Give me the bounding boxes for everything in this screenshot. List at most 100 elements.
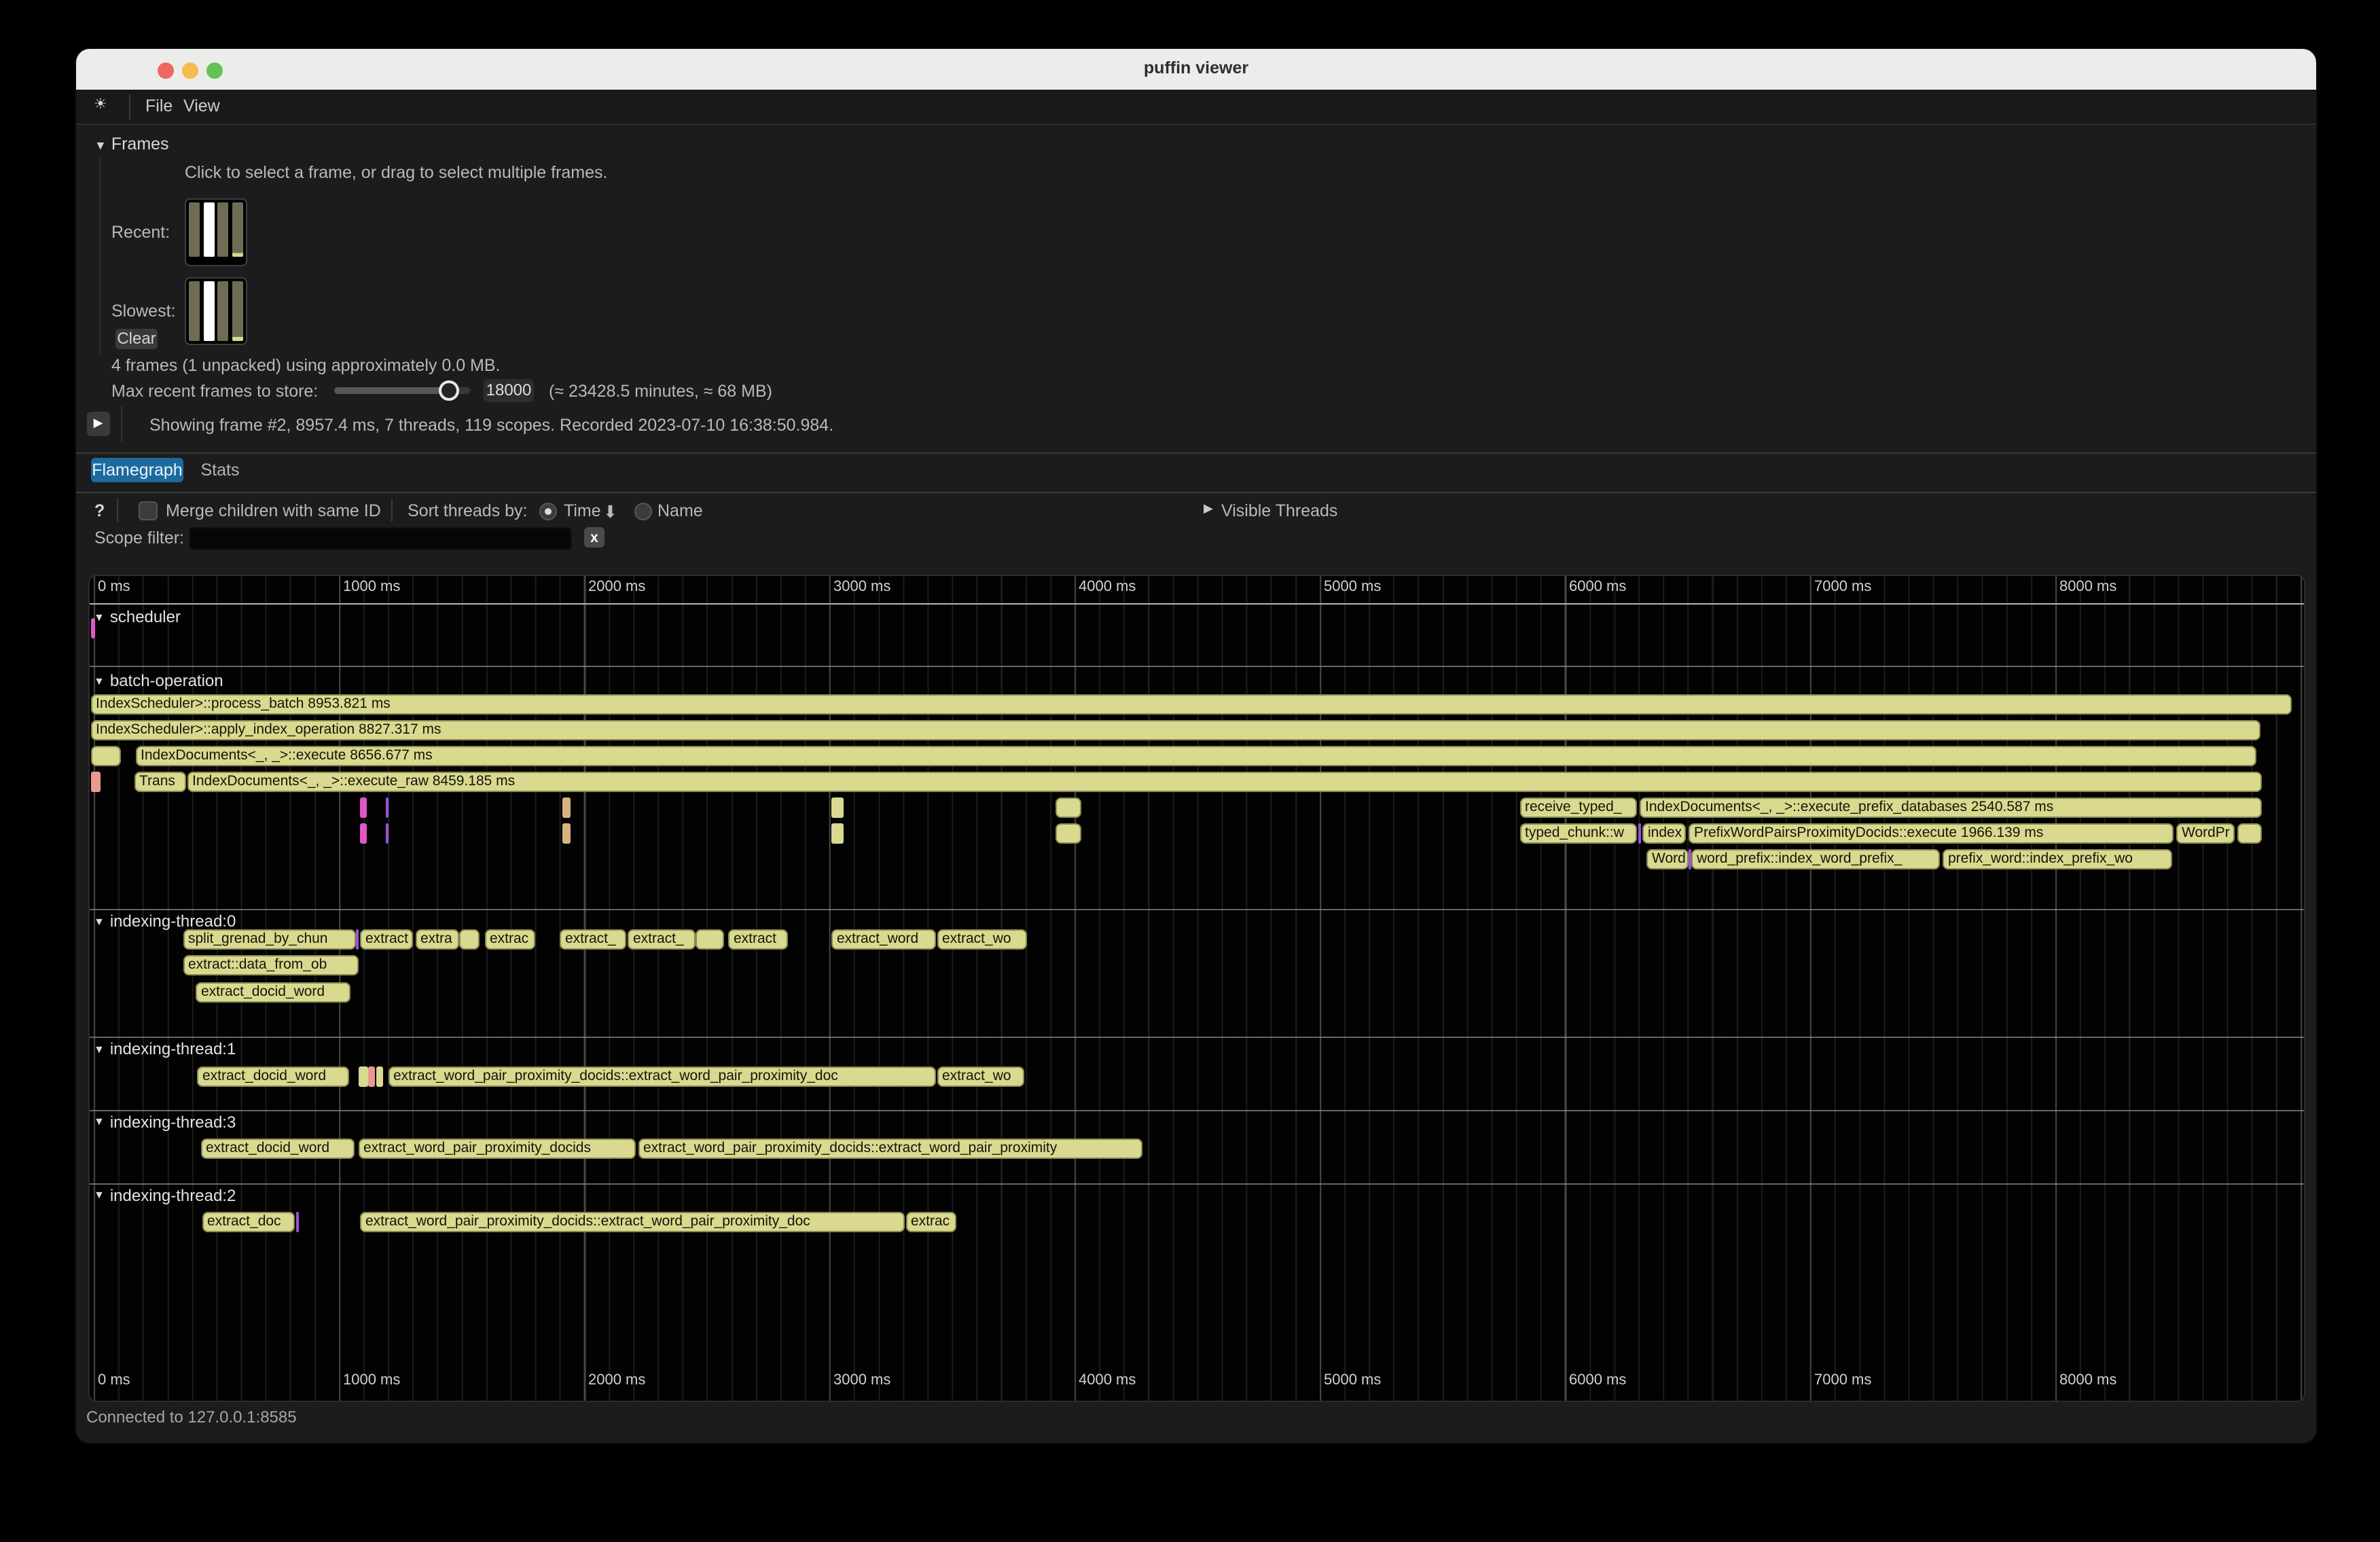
menu-file[interactable]: File [145,96,173,115]
flame-bar[interactable]: extrac [484,929,535,949]
scope-filter-label: Scope filter: [94,528,184,547]
flame-bar-small[interactable] [360,823,367,844]
flame-bar[interactable]: Trans [134,772,186,792]
time-tick-label: 4000 ms [1079,579,1136,595]
flame-bar[interactable]: IndexScheduler>::apply_index_operation 8… [90,720,2260,740]
flame-bar-small[interactable] [1056,823,1081,844]
slowest-frames-thumbnail[interactable] [185,277,247,345]
flame-bar-small[interactable] [376,1066,383,1086]
time-tick-label: 8000 ms [2059,579,2116,595]
flame-bar-small[interactable] [1689,849,1691,869]
thread-header-indexing-thread:2[interactable]: ▼indexing-thread:2 [94,1185,236,1204]
flame-bar[interactable]: receive_typed_ [1519,797,1637,818]
help-button[interactable]: ? [94,501,105,520]
flame-bar-small[interactable] [356,929,358,949]
sort-direction-arrow-icon[interactable]: ⬇ [603,501,617,522]
thread-header-indexing-thread:1[interactable]: ▼ indexing-thread:1 [94,1039,236,1058]
thread-header-batch-operation[interactable]: ▼batch-operation [94,671,223,690]
flame-bar[interactable]: extract [728,929,787,949]
merge-children-label[interactable]: Merge children with same ID [166,501,381,520]
thread-header-indexing-thread:3[interactable]: ▼indexing-thread:3 [94,1112,236,1131]
flame-bar-small[interactable] [385,797,389,818]
time-tick-label: 1000 ms [343,1372,400,1388]
flame-bar[interactable]: extrac [905,1211,956,1232]
max-frames-value[interactable]: 18000 [484,379,534,401]
flame-bar[interactable]: prefix_word::index_prefix_wo [1943,849,2171,869]
max-frames-slider-knob[interactable] [438,380,458,401]
recent-label: Recent: [111,223,170,242]
flame-bar[interactable]: IndexDocuments<_, _>::execute_prefix_dat… [1640,797,2261,818]
merge-children-checkbox[interactable] [139,501,158,520]
flame-bar[interactable]: extract_word_pair_proximity_docids [358,1138,635,1159]
flame-bar-small[interactable] [831,823,843,844]
flame-bar[interactable]: PrefixWordPairsProximityDocids::execute … [1689,823,2174,844]
flame-bar[interactable]: extract_doc [202,1211,295,1232]
visible-threads-header[interactable]: Visible Threads [1221,501,1337,520]
flame-bar[interactable]: extract_word_pair_proximity_docids::extr… [388,1066,935,1086]
flame-bar[interactable]: extract::data_from_ob [183,955,358,975]
flame-bar-small[interactable] [562,823,571,844]
sort-time-label[interactable]: Time [564,501,601,520]
flame-bar-small[interactable] [831,797,843,818]
flame-bar[interactable]: extract_docid_word [200,1138,355,1159]
flame-bar-small[interactable] [91,772,100,792]
flame-bar-small[interactable] [90,746,120,766]
flame-bar[interactable]: word_prefix::index_word_prefix_ [1691,849,1940,869]
flame-bar[interactable]: extract [360,929,413,949]
time-tick-label: 6000 ms [1569,579,1626,595]
thread-label: indexing-thread:1 [110,1039,236,1058]
sort-time-radio[interactable] [539,502,557,520]
thread-header-indexing-thread:0[interactable]: ▼indexing-thread:0 [94,912,236,931]
flame-bar[interactable]: IndexDocuments<_, _>::execute_raw 8459.1… [187,772,2261,792]
flame-bar-small[interactable] [368,1066,375,1086]
recent-frames-thumbnail[interactable] [185,198,247,266]
flame-bar-small[interactable] [358,1066,367,1086]
sort-name-label[interactable]: Name [657,501,703,520]
flame-bar[interactable]: extract_ [560,929,626,949]
flame-bar[interactable]: WordPr [2176,823,2235,844]
frames-section-header[interactable]: ▼ Frames [94,135,169,154]
flame-bar-small[interactable] [1638,823,1640,844]
scope-filter-input[interactable] [189,527,572,550]
tab-flamegraph[interactable]: Flamegraph [91,458,183,482]
flame-bar[interactable]: index [1642,823,1685,844]
play-button[interactable]: ▶ [86,412,110,435]
flame-bar[interactable]: typed_chunk::w [1519,823,1637,844]
flame-bar-small[interactable] [295,1211,299,1232]
flame-bar[interactable]: extract_wo [937,1066,1024,1086]
flame-bar-small[interactable] [562,797,571,818]
collapse-arrow-icon: ▼ [94,1043,105,1055]
flame-bar[interactable]: extract_docid_word [196,982,350,1002]
flame-bar-small[interactable] [91,618,94,639]
tab-stats[interactable]: Stats [193,458,247,482]
flame-bar[interactable]: split_grenad_by_chun [183,929,355,949]
flame-bar[interactable]: IndexScheduler>::process_batch 8953.821 … [90,694,2292,715]
flame-bar[interactable]: extract_docid_word [197,1066,348,1086]
frame-bar [189,202,200,257]
flame-bar[interactable]: extract_wo [937,929,1027,949]
flame-bar[interactable]: extract_word_pair_proximity_docids::extr… [360,1211,904,1232]
flame-bar[interactable]: IndexDocuments<_, _>::execute 8656.677 m… [135,746,2256,766]
flamegraph-panel[interactable]: 0 ms0 ms1000 ms1000 ms2000 ms2000 ms3000… [88,575,2305,1402]
menu-view[interactable]: View [183,96,220,115]
clear-button[interactable]: Clear [115,329,158,348]
flame-bar[interactable]: extra [415,929,458,949]
separator [76,452,2316,453]
flame-bar-small[interactable] [459,929,479,949]
app-window: puffin viewer ☀ File View ▼ Frames Click… [76,49,2316,1443]
flame-bar-small[interactable] [385,823,389,844]
flame-bar[interactable]: extract_word_pair_proximity_docids::extr… [638,1138,1142,1159]
flame-bar-small[interactable] [2237,823,2261,844]
sun-icon[interactable]: ☀ [94,95,107,113]
flame-bar-small[interactable] [360,797,367,818]
clear-filter-button[interactable]: x [584,527,605,548]
thread-header-scheduler[interactable]: ▼scheduler [94,607,181,626]
flame-bar[interactable]: Word [1646,849,1688,869]
flame-bar-small[interactable] [1056,797,1081,818]
sort-name-radio[interactable] [634,502,652,520]
flame-bar-small[interactable] [696,929,723,949]
ruler-separator [90,603,2304,605]
section-separator [90,1037,2304,1038]
flame-bar[interactable]: extract_word [831,929,935,949]
flame-bar[interactable]: extract_ [628,929,695,949]
